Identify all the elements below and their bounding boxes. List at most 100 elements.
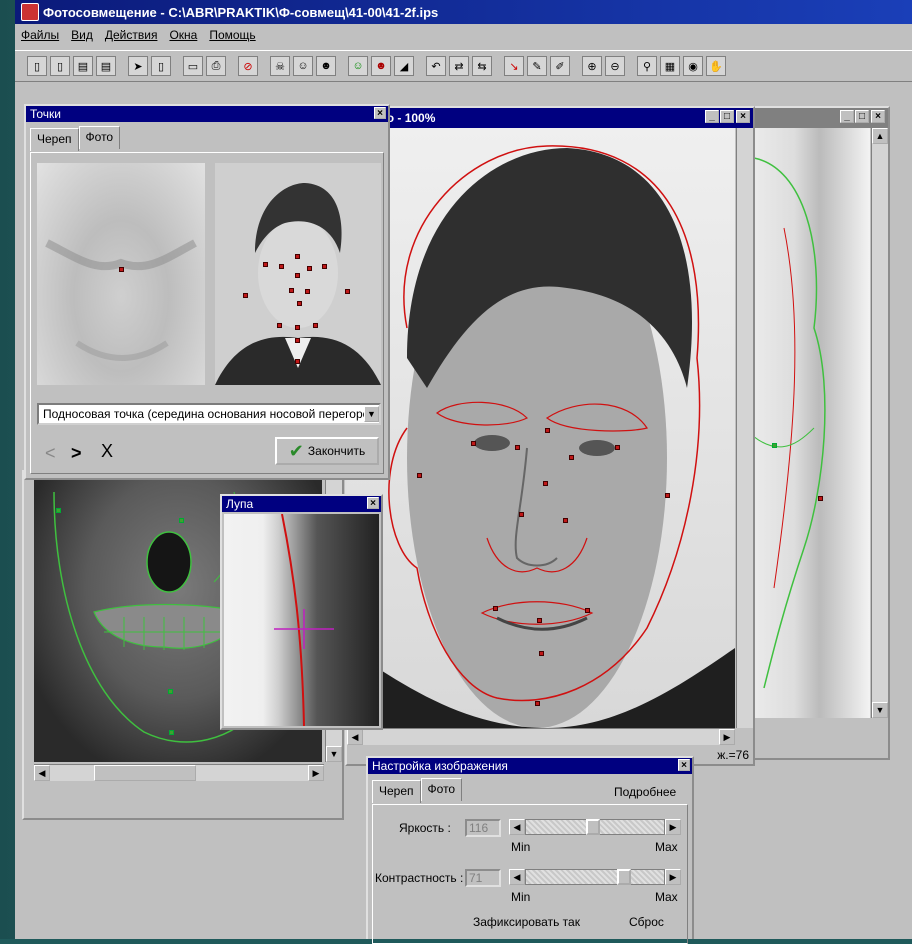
brightness-thumb[interactable]: [586, 819, 600, 835]
brightness-left-arrow[interactable]: ◀: [509, 819, 525, 835]
points-panel-titlebar[interactable]: Точки ×: [26, 106, 388, 122]
scroll-up-arrow[interactable]: ▲: [872, 128, 888, 144]
landmark-point[interactable]: [263, 262, 268, 267]
landmark-point[interactable]: [289, 288, 294, 293]
scroll-left-arrow[interactable]: ◀: [347, 729, 363, 745]
contrast-thumb[interactable]: [617, 869, 631, 885]
landmark-point[interactable]: [56, 508, 61, 513]
landmark-point[interactable]: [243, 293, 248, 298]
magnifier-window[interactable]: Лупа ×: [220, 494, 383, 730]
tab-skull[interactable]: Череп: [372, 780, 421, 803]
landmark-point[interactable]: [295, 254, 300, 259]
fix-button[interactable]: Зафиксировать так: [473, 915, 580, 929]
contrast-icon[interactable]: ◢: [394, 56, 414, 76]
finish-button[interactable]: ✔ Закончить: [275, 437, 379, 465]
close-button[interactable]: ×: [871, 110, 885, 123]
scroll-right-arrow[interactable]: ▶: [719, 729, 735, 745]
landmark-point[interactable]: [563, 518, 568, 523]
new-icon[interactable]: ▯: [27, 56, 47, 76]
chevron-down-icon[interactable]: ▼: [364, 406, 379, 422]
landmark-point[interactable]: [493, 606, 498, 611]
landmark-point[interactable]: [279, 264, 284, 269]
skull-icon[interactable]: ☠: [270, 56, 290, 76]
document-icon[interactable]: ▯: [151, 56, 171, 76]
landmark-point[interactable]: [297, 301, 302, 306]
close-button[interactable]: ×: [736, 110, 750, 123]
scroll-down-arrow[interactable]: ▼: [326, 746, 342, 762]
scroll-down-arrow[interactable]: ▼: [872, 702, 888, 718]
landmark-point[interactable]: [545, 428, 550, 433]
tab-skull[interactable]: Череп: [30, 128, 79, 151]
landmark-point[interactable]: [295, 338, 300, 343]
brightness-value[interactable]: 116: [465, 819, 501, 837]
save-icon[interactable]: ▤: [73, 56, 93, 76]
more-button[interactable]: Подробнее: [614, 785, 676, 799]
head-icon[interactable]: ☻: [316, 56, 336, 76]
maximize-button[interactable]: □: [720, 110, 734, 123]
print-icon[interactable]: ⎙: [206, 56, 226, 76]
brightness-right-arrow[interactable]: ▶: [665, 819, 681, 835]
transfer-icon[interactable]: ⇄: [449, 56, 469, 76]
green-face-icon[interactable]: ☺: [348, 56, 368, 76]
landmark-point[interactable]: [169, 730, 174, 735]
landmark-point[interactable]: [305, 289, 310, 294]
landmark-point[interactable]: [179, 518, 184, 523]
scroll-right-arrow[interactable]: ▶: [308, 765, 324, 781]
hand-icon[interactable]: ✋: [706, 56, 726, 76]
zoom-in-icon[interactable]: ⊕: [582, 56, 602, 76]
line-icon[interactable]: ↘: [504, 56, 524, 76]
landmark-point[interactable]: [471, 441, 476, 446]
close-button[interactable]: ×: [367, 497, 379, 509]
close-button[interactable]: ×: [678, 759, 690, 771]
landmark-point[interactable]: [277, 323, 282, 328]
horizontal-scrollbar[interactable]: ◀ ▶: [347, 728, 735, 745]
face-icon[interactable]: ☺: [293, 56, 313, 76]
scroll-thumb[interactable]: [94, 765, 196, 781]
minimize-button[interactable]: _: [705, 110, 719, 123]
landmark-point[interactable]: [345, 289, 350, 294]
close-button[interactable]: ×: [374, 107, 386, 119]
transfer2-icon[interactable]: ⇆: [472, 56, 492, 76]
red-face-icon[interactable]: ☻: [371, 56, 391, 76]
magnifier-titlebar[interactable]: Лупа ×: [222, 496, 381, 512]
brightness-slider[interactable]: [525, 819, 665, 835]
maximize-button[interactable]: □: [855, 110, 869, 123]
landmark-point[interactable]: [665, 493, 670, 498]
menu-view[interactable]: Вид: [71, 28, 93, 42]
photo-window-titlebar[interactable]: то - 100% _ □ ×: [347, 108, 753, 128]
landmark-point[interactable]: [322, 264, 327, 269]
horizontal-scrollbar[interactable]: ◀ ▶: [34, 764, 324, 781]
selected-landmark-point[interactable]: [119, 267, 124, 272]
stop-icon[interactable]: ⊘: [238, 56, 258, 76]
open-icon[interactable]: ▯: [50, 56, 70, 76]
menu-help[interactable]: Помощь: [209, 28, 255, 42]
contrast-right-arrow[interactable]: ▶: [665, 869, 681, 885]
save-as-icon[interactable]: ▤: [96, 56, 116, 76]
print-preview-icon[interactable]: ▭: [183, 56, 203, 76]
contrast-value[interactable]: 71: [465, 869, 501, 887]
landmark-point[interactable]: [168, 689, 173, 694]
point-select-combo[interactable]: Подносовая точка (середина основания нос…: [37, 403, 381, 425]
background-face-window[interactable]: _ □ × ▲ ▼: [742, 106, 890, 760]
landmark-point[interactable]: [417, 473, 422, 478]
landmark-point[interactable]: [543, 481, 548, 486]
card-icon[interactable]: ▦: [660, 56, 680, 76]
landmark-point[interactable]: [519, 512, 524, 517]
scroll-left-arrow[interactable]: ◀: [34, 765, 50, 781]
menu-actions[interactable]: Действия: [105, 28, 158, 42]
landmark-point[interactable]: [515, 445, 520, 450]
points-panel[interactable]: Точки × Череп Фото Подносовая точка (сер…: [24, 104, 390, 480]
landmark-point[interactable]: [569, 455, 574, 460]
menu-windows[interactable]: Окна: [169, 28, 197, 42]
image-settings-panel[interactable]: Настройка изображения × Череп Фото Подро…: [366, 756, 694, 944]
vertical-scrollbar[interactable]: ▲ ▼: [871, 128, 888, 718]
vertical-scrollbar[interactable]: [736, 128, 753, 728]
landmark-point[interactable]: [772, 443, 777, 448]
import-icon[interactable]: ➤: [128, 56, 148, 76]
landmark-point[interactable]: [615, 445, 620, 450]
landmark-point[interactable]: [539, 651, 544, 656]
next-point-button[interactable]: >: [71, 443, 82, 464]
landmark-point[interactable]: [818, 496, 823, 501]
landmark-point[interactable]: [295, 273, 300, 278]
minimize-button[interactable]: _: [840, 110, 854, 123]
